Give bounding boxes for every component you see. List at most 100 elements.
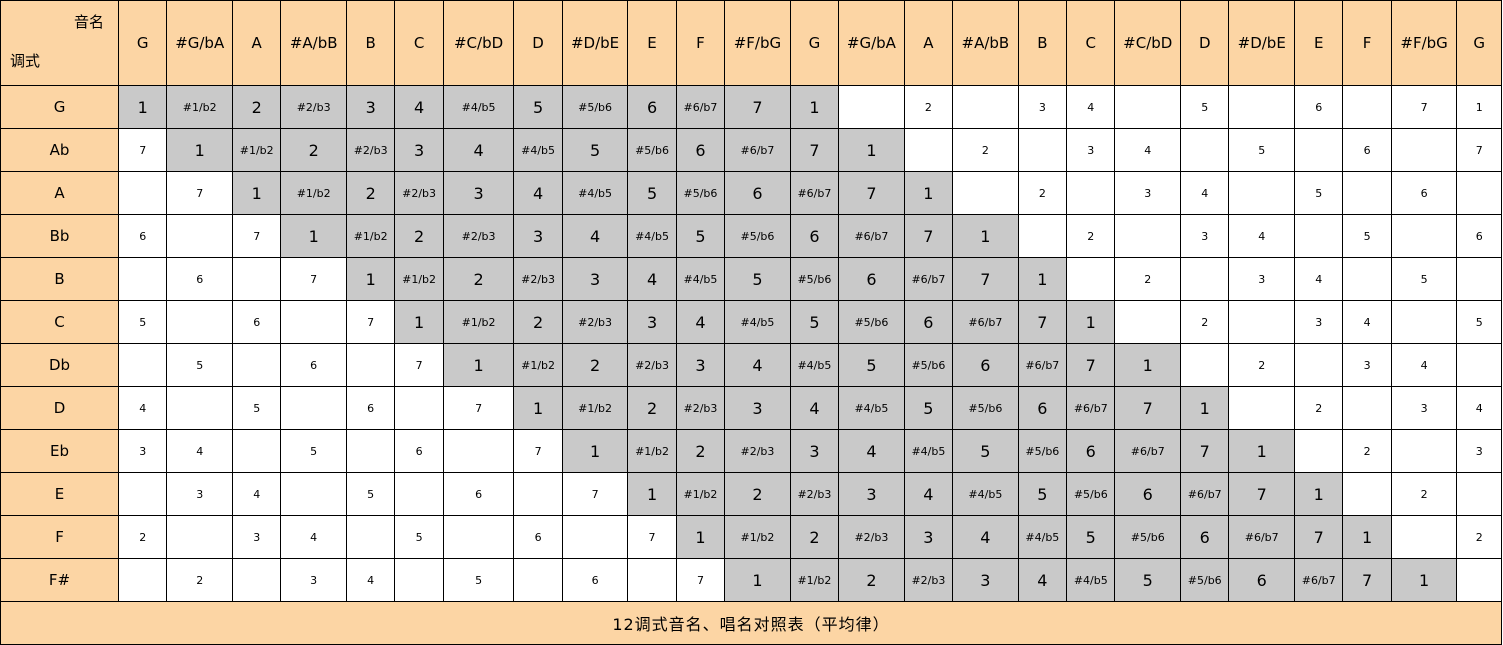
solfege-cell: 6 [280, 343, 347, 387]
table-row: D 4 5 6 7 1 #1/b2 2 #2/b3 3 4 #4/b5 5 #5/b6 6 #6/b7 7 1 2 3… [0, 386, 1502, 430]
solfege-cell: 7 [1017, 300, 1068, 344]
column-header: C [394, 0, 444, 86]
solfege-cell: 4 [442, 128, 515, 172]
solfege-cell: 5 [1342, 214, 1392, 258]
solfege-cell [280, 472, 347, 516]
solfege-cell [394, 386, 444, 430]
solfege-cell: #6/b7 [1293, 558, 1344, 602]
solfege-cell: 7 [1456, 128, 1502, 172]
solfege-cell: 2 [442, 257, 515, 301]
solfege-cell: 4 [118, 386, 168, 430]
solfege-cell: 6 [394, 429, 444, 473]
solfege-cell [345, 429, 396, 473]
solfege-cell: 1 [627, 472, 677, 516]
row-key-label: F# [0, 558, 120, 602]
solfege-cell: #4/b5 [513, 128, 563, 172]
solfege-cell: 7 [345, 300, 396, 344]
solfege-cell: 5 [838, 343, 905, 387]
solfege-cell: 2 [561, 343, 629, 387]
solfege-cell: #5/b6 [1114, 515, 1182, 559]
solfege-cell: 6 [345, 386, 396, 430]
solfege-cell [442, 515, 515, 559]
solfege-cell [166, 386, 233, 430]
solfege-cell: 1 [1342, 515, 1392, 559]
solfege-cell: #5/b6 [627, 128, 677, 172]
solfege-cell [1456, 558, 1502, 602]
solfege-cell [280, 300, 347, 344]
solfege-cell [561, 515, 629, 559]
table-row: F 2 3 4 5 6 7 1 #1/b2 2 #2/b3 3 4 #4/b5 5 #5/b6 6 #6/b7 7 1… [0, 515, 1502, 559]
solfege-cell: 5 [627, 171, 677, 215]
table-row: A 7 1 #1/b2 2 #2/b3 3 4 #4/b5 5 #5/b6 6 #6/b7 7 1 2 3 4 5 6 [0, 171, 1502, 215]
solfege-cell: 6 [1390, 171, 1458, 215]
solfege-cell: 3 [1066, 128, 1116, 172]
solfege-cell: 4 [280, 515, 347, 559]
solfege-cell: 6 [561, 558, 629, 602]
solfege-cell: 5 [561, 128, 629, 172]
solfege-cell: #6/b7 [903, 257, 954, 301]
solfege-cell: 3 [1390, 386, 1458, 430]
column-header: B [1017, 0, 1068, 86]
solfege-cell [952, 85, 1019, 129]
solfege-cell: 1 [231, 171, 282, 215]
solfege-cell: #5/b6 [1066, 472, 1116, 516]
solfege-cell: 5 [280, 429, 347, 473]
solfege-cell: 5 [442, 558, 515, 602]
solfege-cell: 3 [280, 558, 347, 602]
solfege-cell: 4 [1114, 128, 1182, 172]
solfege-cell: #1/b2 [675, 472, 726, 516]
solfege-cell: 3 [1228, 257, 1295, 301]
column-header: G [789, 0, 840, 86]
solfege-cell: 1 [561, 429, 629, 473]
solfege-cell [1342, 472, 1392, 516]
solfege-cell: 3 [724, 386, 791, 430]
solfege-cell [394, 558, 444, 602]
solfege-cell: 6 [513, 515, 563, 559]
solfege-cell: #6/b7 [952, 300, 1019, 344]
solfege-cell: 7 [561, 472, 629, 516]
solfege-cell [627, 558, 677, 602]
solfege-cell: 4 [627, 257, 677, 301]
column-header: G [118, 0, 168, 86]
solfege-cell: 3 [1456, 429, 1502, 473]
column-header: B [345, 0, 396, 86]
solfege-cell: #2/b3 [513, 257, 563, 301]
solfege-cell: 2 [1228, 343, 1295, 387]
solfege-cell [1017, 128, 1068, 172]
solfege-cell [1342, 257, 1392, 301]
solfege-cell: 3 [561, 257, 629, 301]
solfege-cell: 4 [952, 515, 1019, 559]
solfege-cell [1228, 85, 1295, 129]
solfege-cell: 6 [838, 257, 905, 301]
solfege-cell: 2 [166, 558, 233, 602]
column-header: D [1180, 0, 1230, 86]
solfege-cell: 1 [838, 128, 905, 172]
solfege-cell: 2 [1342, 429, 1392, 473]
solfege-cell: #4/b5 [627, 214, 677, 258]
solfege-cell: #6/b7 [1180, 472, 1230, 516]
solfege-cell: 2 [1390, 472, 1458, 516]
solfege-cell: 6 [118, 214, 168, 258]
column-header: #A/bB [952, 0, 1019, 86]
solfege-cell: 3 [952, 558, 1019, 602]
column-header: #A/bB [280, 0, 347, 86]
solfege-cell: 2 [118, 515, 168, 559]
table-caption: 12调式音名、唱名对照表（平均律） [0, 601, 1502, 645]
solfege-cell [1228, 386, 1295, 430]
solfege-cell: 2 [280, 128, 347, 172]
solfege-cell: #5/b6 [952, 386, 1019, 430]
solfege-cell: #2/b3 [627, 343, 677, 387]
solfege-cell [166, 515, 233, 559]
solfege-cell: 1 [1293, 472, 1344, 516]
solfege-cell [903, 128, 954, 172]
solfege-cell [1342, 386, 1392, 430]
solfege-cell [1293, 343, 1344, 387]
row-key-label: D [0, 386, 120, 430]
solfege-cell: 1 [280, 214, 347, 258]
solfege-cell: 7 [166, 171, 233, 215]
solfege-cell: #1/b2 [231, 128, 282, 172]
solfege-cell: 1 [118, 85, 168, 129]
solfege-cell: 4 [1066, 85, 1116, 129]
row-key-label: A [0, 171, 120, 215]
table-row: Db 5 6 7 1 #1/b2 2 #2/b3 3 4 #4/b5 5 #5/b6 6 #6/b7 7 1 2 3… [0, 343, 1502, 387]
